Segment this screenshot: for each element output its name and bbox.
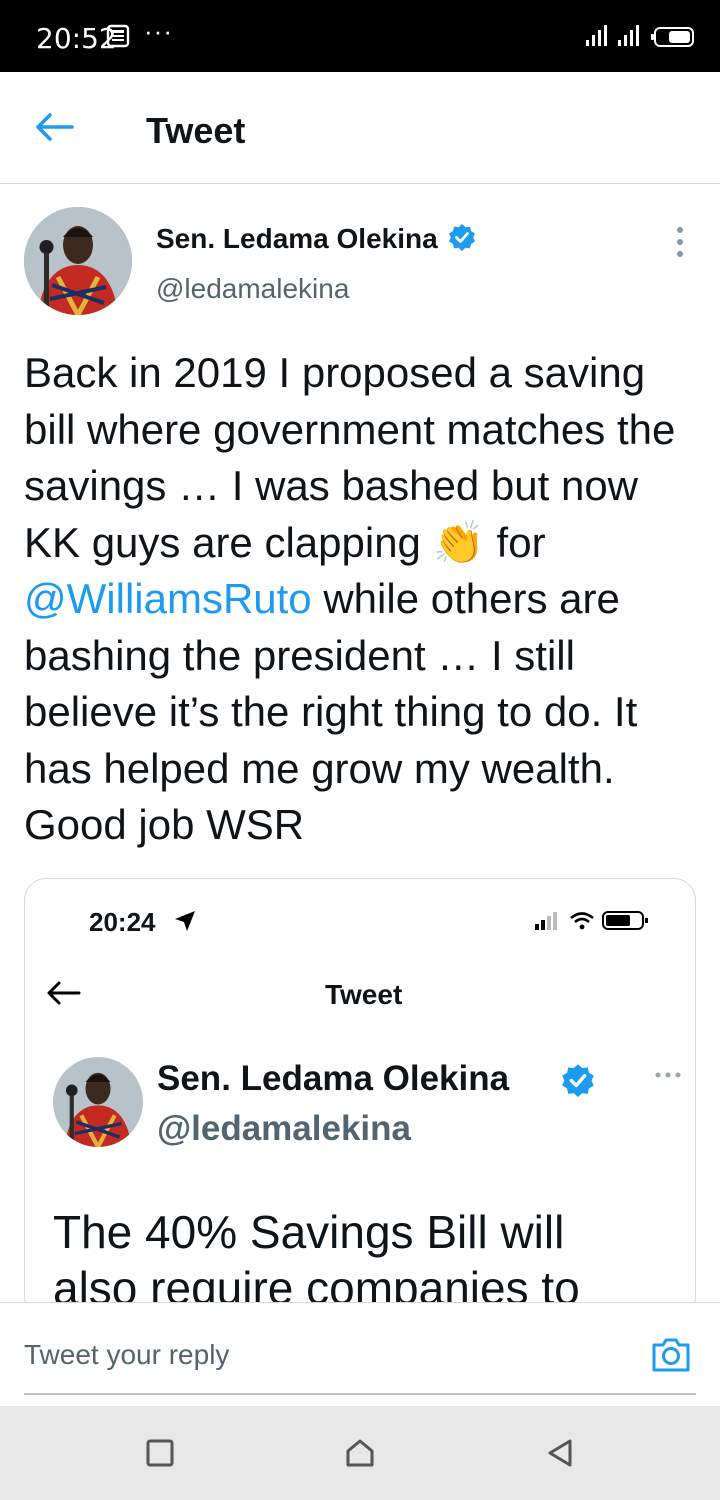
status-bar: 20:52 ··· bbox=[0, 0, 720, 72]
reply-underline bbox=[24, 1393, 696, 1395]
system-nav-bar bbox=[0, 1406, 720, 1500]
embedded-title: Tweet bbox=[325, 979, 403, 1010]
embedded-status-time: 20:24 bbox=[89, 907, 156, 937]
verified-badge-icon bbox=[449, 224, 475, 251]
embedded-arrow-left-icon bbox=[47, 981, 81, 1005]
arrow-left-icon[interactable] bbox=[34, 112, 74, 142]
more-options-icon[interactable] bbox=[668, 225, 692, 259]
embedded-handle: @ledamalekina bbox=[157, 1109, 411, 1148]
embedded-author-name: Sen. Ledama Olekina bbox=[157, 1059, 510, 1098]
avatar-image bbox=[24, 207, 132, 315]
battery-icon bbox=[651, 27, 694, 47]
author-name[interactable]: Sen. Ledama Olekina bbox=[156, 223, 438, 255]
tweet-text-part: for bbox=[496, 518, 546, 566]
clapping-hands-emoji: 👏 bbox=[432, 518, 485, 566]
avatar[interactable] bbox=[24, 207, 132, 315]
news-icon bbox=[106, 24, 130, 48]
camera-icon[interactable] bbox=[650, 1333, 692, 1375]
status-more-dots: ··· bbox=[144, 16, 173, 46]
embedded-more-icon bbox=[655, 1072, 681, 1078]
embedded-tweet-text: The 40% Savings Bill will also require c… bbox=[53, 1204, 693, 1316]
tweet-text: Back in 2019 I proposed a saving bill wh… bbox=[24, 345, 704, 854]
recent-apps-icon[interactable] bbox=[145, 1438, 175, 1468]
embedded-avatar bbox=[53, 1057, 143, 1147]
status-time: 20:52 bbox=[36, 22, 117, 55]
mention-link[interactable]: @WilliamsRuto bbox=[24, 575, 312, 622]
back-icon[interactable] bbox=[545, 1438, 575, 1468]
app-header: Tweet bbox=[0, 72, 720, 184]
attached-image[interactable]: 20:24 Tweet Sen. Ledama Olekina @ledamal… bbox=[24, 878, 696, 1318]
embedded-verified-badge-icon bbox=[562, 1064, 594, 1097]
home-icon[interactable] bbox=[345, 1438, 375, 1468]
location-arrow-icon bbox=[175, 911, 195, 931]
page-title: Tweet bbox=[146, 110, 246, 151]
embedded-avatar-image bbox=[53, 1057, 143, 1147]
signal-icon bbox=[586, 25, 639, 46]
embedded-status-icons bbox=[535, 911, 648, 930]
author-handle[interactable]: @ledamalekina bbox=[156, 273, 349, 305]
reply-bar bbox=[0, 1302, 720, 1406]
embedded-text-line: The 40% Savings Bill will bbox=[53, 1206, 565, 1258]
reply-input[interactable] bbox=[24, 1339, 584, 1371]
tweet-text-part: Back in 2019 I proposed a saving bill wh… bbox=[24, 349, 676, 566]
